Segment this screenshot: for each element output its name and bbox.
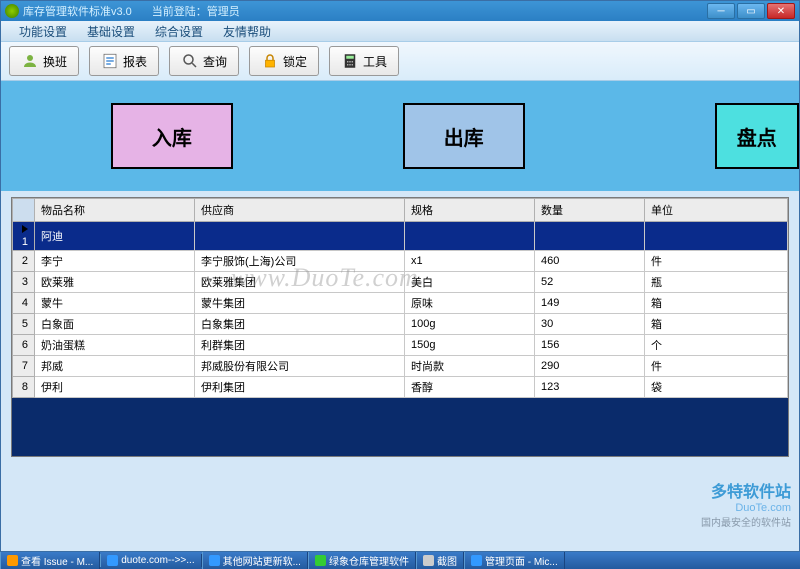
brand-url: DuoTe.com [701,502,791,514]
brand-badge: 多特软件站 DuoTe.com 国内最安全的软件站 [701,478,791,529]
task-item[interactable]: 其他网站更新软... [202,552,308,569]
search-icon [181,52,199,70]
outbound-button[interactable]: 出库 [403,103,525,169]
menu-help[interactable]: 友情帮助 [213,21,281,42]
shift-button[interactable]: 换班 [9,46,79,76]
task-icon [107,555,118,566]
table-row[interactable]: 7邦威邦威股份有限公司时尚款290件 [13,356,788,377]
table-row[interactable]: 4蒙牛蒙牛集团原味149箱 [13,293,788,314]
lock-button[interactable]: 锁定 [249,46,319,76]
menubar: 功能设置 基础设置 综合设置 友情帮助 [1,21,799,41]
task-icon [471,555,482,566]
toolbar: 换班 报表 查询 锁定 工具 [1,41,799,81]
table-row[interactable]: 8伊利伊利集团香醇123袋 [13,377,788,398]
task-icon [315,555,326,566]
task-item[interactable]: 查看 Issue - M... [0,552,100,569]
task-item[interactable]: 绿象仓库管理软件 [308,552,416,569]
inbound-button[interactable]: 入库 [111,103,233,169]
row-pointer: 1 [13,222,35,251]
table-row[interactable]: 3欧莱雅欧莱雅集团美白52瓶 [13,272,788,293]
person-icon [21,52,39,70]
inventory-button[interactable]: 盘点 [715,103,799,169]
titlebar: 库存管理软件标准v3.0 当前登陆：管理员 ─ ▭ ✕ [1,1,799,21]
col-qty[interactable]: 数量 [535,199,645,222]
data-grid[interactable]: 物品名称 供应商 规格 数量 单位 1 阿迪 2李宁李宁服饰(上海)公司x146… [11,197,789,457]
app-icon [5,4,19,18]
menu-func[interactable]: 功能设置 [9,21,77,42]
brand-logo: 多特软件站 [701,478,791,502]
col-unit[interactable]: 单位 [645,199,788,222]
col-selector[interactable] [13,199,35,222]
col-supplier[interactable]: 供应商 [195,199,405,222]
menu-comp[interactable]: 综合设置 [145,21,213,42]
task-item[interactable]: duote.com-->>... [100,554,201,567]
lock-icon [261,52,279,70]
report-icon [101,52,119,70]
task-icon [209,555,220,566]
task-item[interactable]: 截图 [416,552,464,569]
taskbar[interactable]: 查看 Issue - M... duote.com-->>... 其他网站更新软… [0,552,800,569]
table-row[interactable]: 2李宁李宁服饰(上海)公司x1460件 [13,251,788,272]
table-row[interactable]: 5白象面白象集团100g30箱 [13,314,788,335]
col-spec[interactable]: 规格 [405,199,535,222]
app-title: 库存管理软件标准v3.0 [23,3,132,19]
table-row[interactable]: 6奶油蛋糕利群集团150g156个 [13,335,788,356]
query-button[interactable]: 查询 [169,46,239,76]
menu-base[interactable]: 基础设置 [77,21,145,42]
close-button[interactable]: ✕ [767,3,795,19]
task-item[interactable]: 管理页面 - Mic... [464,552,565,569]
login-status: 当前登陆：管理员 [152,3,240,19]
main-actions: 入库 出库 盘点 [1,81,799,191]
col-name[interactable]: 物品名称 [35,199,195,222]
report-button[interactable]: 报表 [89,46,159,76]
table-row[interactable]: 1 阿迪 [13,222,788,251]
maximize-button[interactable]: ▭ [737,3,765,19]
minimize-button[interactable]: ─ [707,3,735,19]
task-icon [7,555,18,566]
task-icon [423,555,434,566]
brand-slogan: 国内最安全的软件站 [701,514,791,529]
calculator-icon [341,52,359,70]
tool-button[interactable]: 工具 [329,46,399,76]
